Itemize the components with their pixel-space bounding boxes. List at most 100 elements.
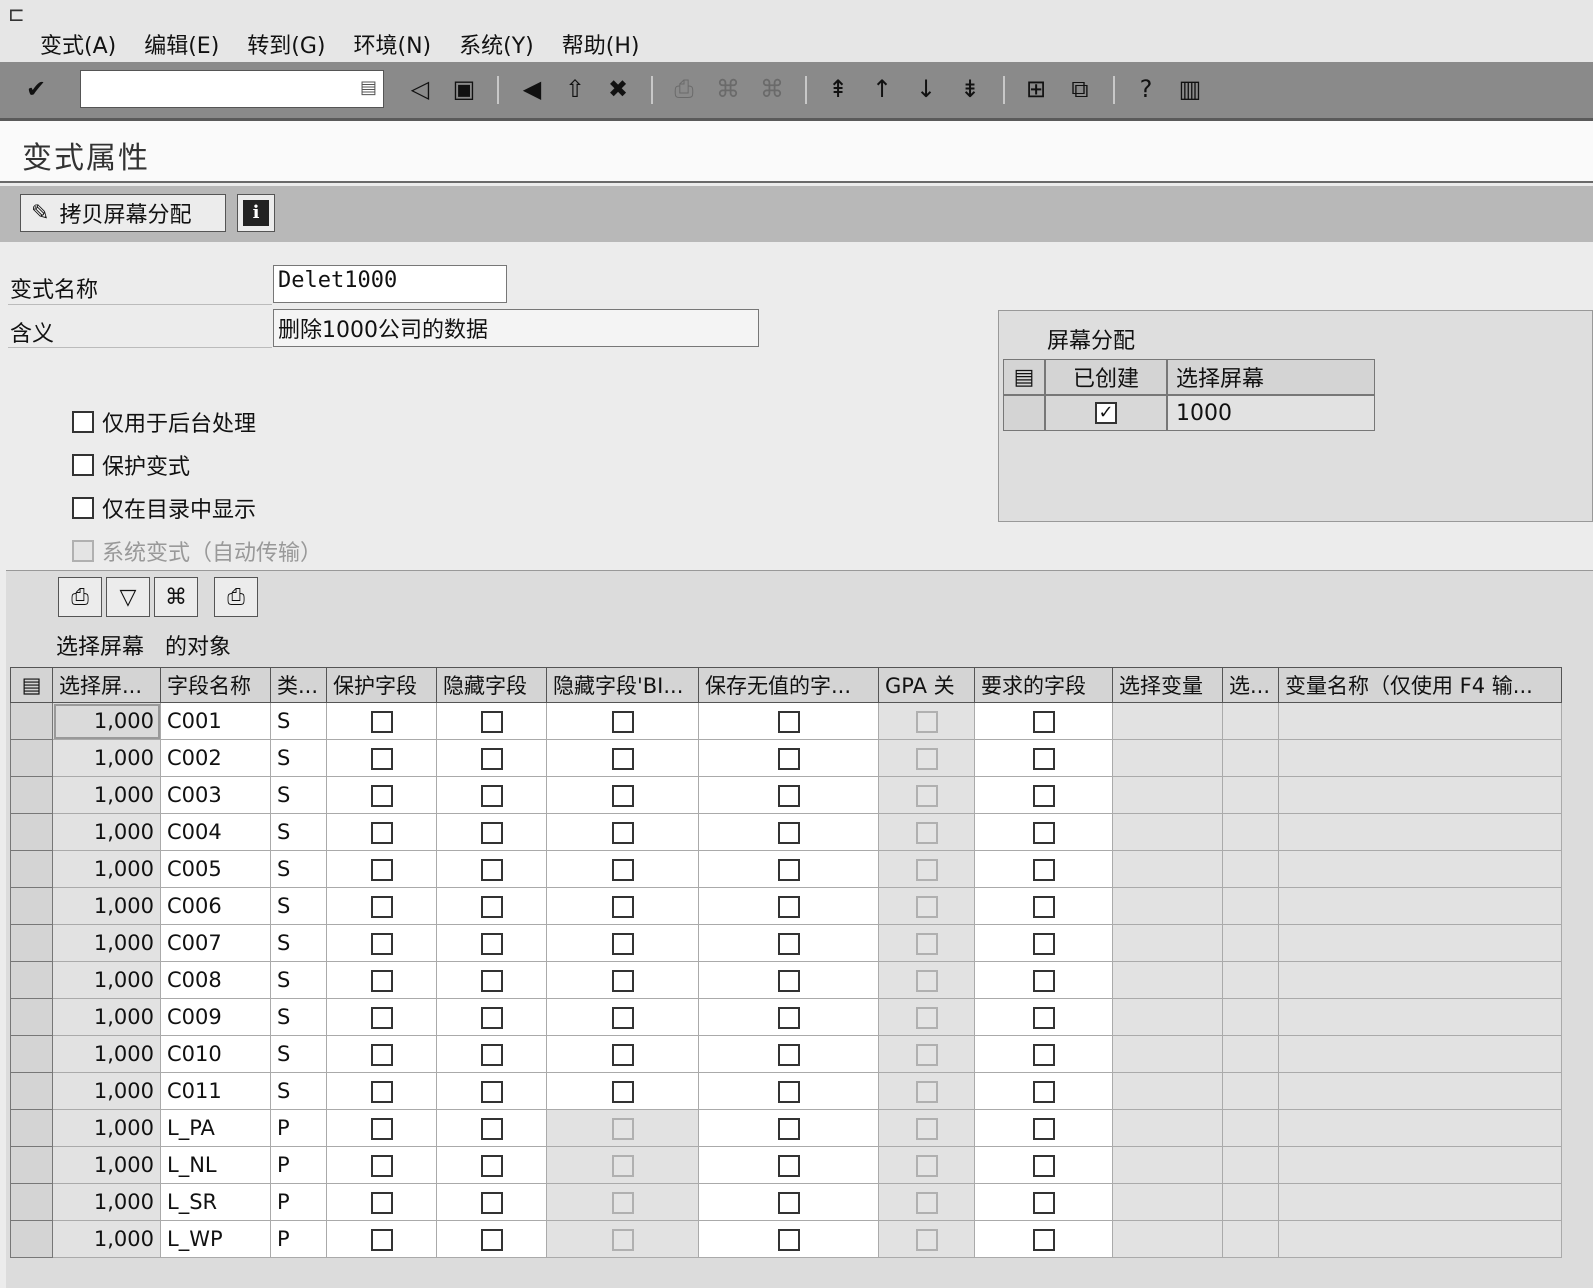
option-cell[interactable]	[1222, 776, 1279, 814]
protect-field-checkbox[interactable]	[370, 970, 393, 992]
save-without-value-checkbox[interactable]	[777, 1192, 800, 1214]
hide-field-checkbox[interactable]	[480, 896, 503, 918]
shortcut-icon[interactable]: ⧉	[1062, 71, 1098, 107]
hide-field-bi-checkbox[interactable]	[611, 896, 634, 918]
last-page-icon[interactable]: ⇟	[952, 71, 988, 107]
required-field-checkbox[interactable]	[1032, 1155, 1055, 1177]
required-field-checkbox[interactable]	[1032, 785, 1055, 807]
hide-field-bi-checkbox[interactable]	[611, 1007, 634, 1029]
variable-name-cell[interactable]	[1278, 813, 1562, 851]
col-option[interactable]: 选...	[1222, 667, 1279, 703]
checkbox-protect-variant[interactable]	[72, 453, 94, 476]
selection-variable-cell[interactable]	[1112, 702, 1223, 740]
prev-page-icon[interactable]: ↑	[864, 71, 900, 107]
option-cell[interactable]	[1222, 1183, 1279, 1221]
new-session-icon[interactable]: ⊞	[1018, 71, 1054, 107]
save-without-value-checkbox[interactable]	[777, 1155, 800, 1177]
save-without-value-checkbox[interactable]	[777, 1229, 800, 1251]
variable-name-cell[interactable]	[1278, 887, 1562, 925]
grid-settings-icon[interactable]: ▤	[1003, 359, 1045, 395]
hide-field-checkbox[interactable]	[480, 1118, 503, 1140]
meaning-input[interactable]: 删除1000公司的数据	[273, 309, 759, 347]
back-icon[interactable]: ◀	[514, 71, 550, 107]
option-cell[interactable]	[1222, 702, 1279, 740]
protect-field-checkbox[interactable]	[370, 711, 393, 733]
variable-name-cell[interactable]	[1278, 776, 1562, 814]
option-cell[interactable]	[1222, 850, 1279, 888]
history-dropdown-icon[interactable]: ▤	[360, 77, 377, 98]
layout-icon[interactable]: ▥	[1172, 71, 1208, 107]
filter-icon[interactable]: ▽	[106, 577, 150, 617]
required-field-checkbox[interactable]	[1032, 859, 1055, 881]
row-selector[interactable]	[10, 1035, 53, 1073]
protect-field-checkbox[interactable]	[370, 748, 393, 770]
required-field-checkbox[interactable]	[1032, 1192, 1055, 1214]
option-cell[interactable]	[1222, 1146, 1279, 1184]
save-without-value-checkbox[interactable]	[777, 1044, 800, 1066]
find-next-icon[interactable]: ⌘	[754, 71, 790, 107]
option-cell[interactable]	[1222, 1109, 1279, 1147]
option-cell[interactable]	[1222, 1072, 1279, 1110]
selection-variable-cell[interactable]	[1112, 998, 1223, 1036]
cancel-icon[interactable]: ✖	[600, 71, 636, 107]
variable-name-cell[interactable]	[1278, 739, 1562, 777]
hide-field-checkbox[interactable]	[480, 1081, 503, 1103]
menu-icon[interactable]: ⊏	[8, 2, 25, 26]
find-icon[interactable]: ⌘	[710, 71, 746, 107]
hide-field-bi-checkbox[interactable]	[611, 1081, 634, 1103]
selection-variable-cell[interactable]	[1112, 776, 1223, 814]
variable-name-cell[interactable]	[1278, 998, 1562, 1036]
row-selector[interactable]	[10, 739, 53, 777]
selection-variable-cell[interactable]	[1112, 1109, 1223, 1147]
variable-name-cell[interactable]	[1278, 1035, 1562, 1073]
option-cell[interactable]	[1222, 998, 1279, 1036]
hide-field-checkbox[interactable]	[480, 711, 503, 733]
option-cell[interactable]	[1222, 961, 1279, 999]
find-icon[interactable]: ⌘	[154, 577, 198, 617]
menu-environment[interactable]: 环境(N)	[354, 28, 432, 60]
save-without-value-checkbox[interactable]	[777, 859, 800, 881]
variable-name-cell[interactable]	[1278, 924, 1562, 962]
protect-field-checkbox[interactable]	[370, 1081, 393, 1103]
save-without-value-checkbox[interactable]	[777, 822, 800, 844]
col-field-name[interactable]: 字段名称	[160, 667, 271, 703]
hide-field-bi-checkbox[interactable]	[611, 1044, 634, 1066]
checkbox-background-only[interactable]	[72, 410, 94, 433]
col-gpa[interactable]: GPA 关	[878, 667, 975, 703]
required-field-checkbox[interactable]	[1032, 1044, 1055, 1066]
menu-variant[interactable]: 变式(A)	[40, 28, 116, 60]
col-save-without-value[interactable]: 保存无值的字...	[698, 667, 879, 703]
selection-variable-cell[interactable]	[1112, 1035, 1223, 1073]
col-variable-name[interactable]: 变量名称（仅使用 F4 输...	[1278, 667, 1562, 703]
option-cell[interactable]	[1222, 887, 1279, 925]
required-field-checkbox[interactable]	[1032, 896, 1055, 918]
variable-name-cell[interactable]	[1278, 850, 1562, 888]
save-without-value-checkbox[interactable]	[777, 711, 800, 733]
col-selection-variable[interactable]: 选择变量	[1112, 667, 1223, 703]
option-protect-variant[interactable]: 保护变式	[72, 443, 322, 486]
selection-variable-cell[interactable]	[1112, 1072, 1223, 1110]
required-field-checkbox[interactable]	[1032, 1118, 1055, 1140]
row-selector[interactable]	[10, 1146, 53, 1184]
hide-field-checkbox[interactable]	[480, 933, 503, 955]
required-field-checkbox[interactable]	[1032, 711, 1055, 733]
hide-field-bi-checkbox[interactable]	[611, 822, 634, 844]
copy-screen-assignment-button[interactable]: ✎ 拷贝屏幕分配	[20, 194, 226, 232]
protect-field-checkbox[interactable]	[370, 859, 393, 881]
variable-name-cell[interactable]	[1278, 1072, 1562, 1110]
option-cell[interactable]	[1222, 924, 1279, 962]
variant-name-input[interactable]: Delet1000	[273, 265, 507, 303]
menu-help[interactable]: 帮助(H)	[562, 28, 640, 60]
info-button[interactable]: i	[237, 194, 275, 232]
hide-field-checkbox[interactable]	[480, 1044, 503, 1066]
row-selector[interactable]	[10, 1109, 53, 1147]
hide-field-bi-checkbox[interactable]	[611, 785, 634, 807]
row-selector[interactable]	[10, 1072, 53, 1110]
hide-field-checkbox[interactable]	[480, 970, 503, 992]
hide-field-checkbox[interactable]	[480, 785, 503, 807]
selection-variable-cell[interactable]	[1112, 850, 1223, 888]
save-without-value-checkbox[interactable]	[777, 933, 800, 955]
protect-field-checkbox[interactable]	[370, 1229, 393, 1251]
col-created[interactable]: 已创建	[1045, 359, 1167, 395]
menu-system[interactable]: 系统(Y)	[459, 28, 534, 60]
